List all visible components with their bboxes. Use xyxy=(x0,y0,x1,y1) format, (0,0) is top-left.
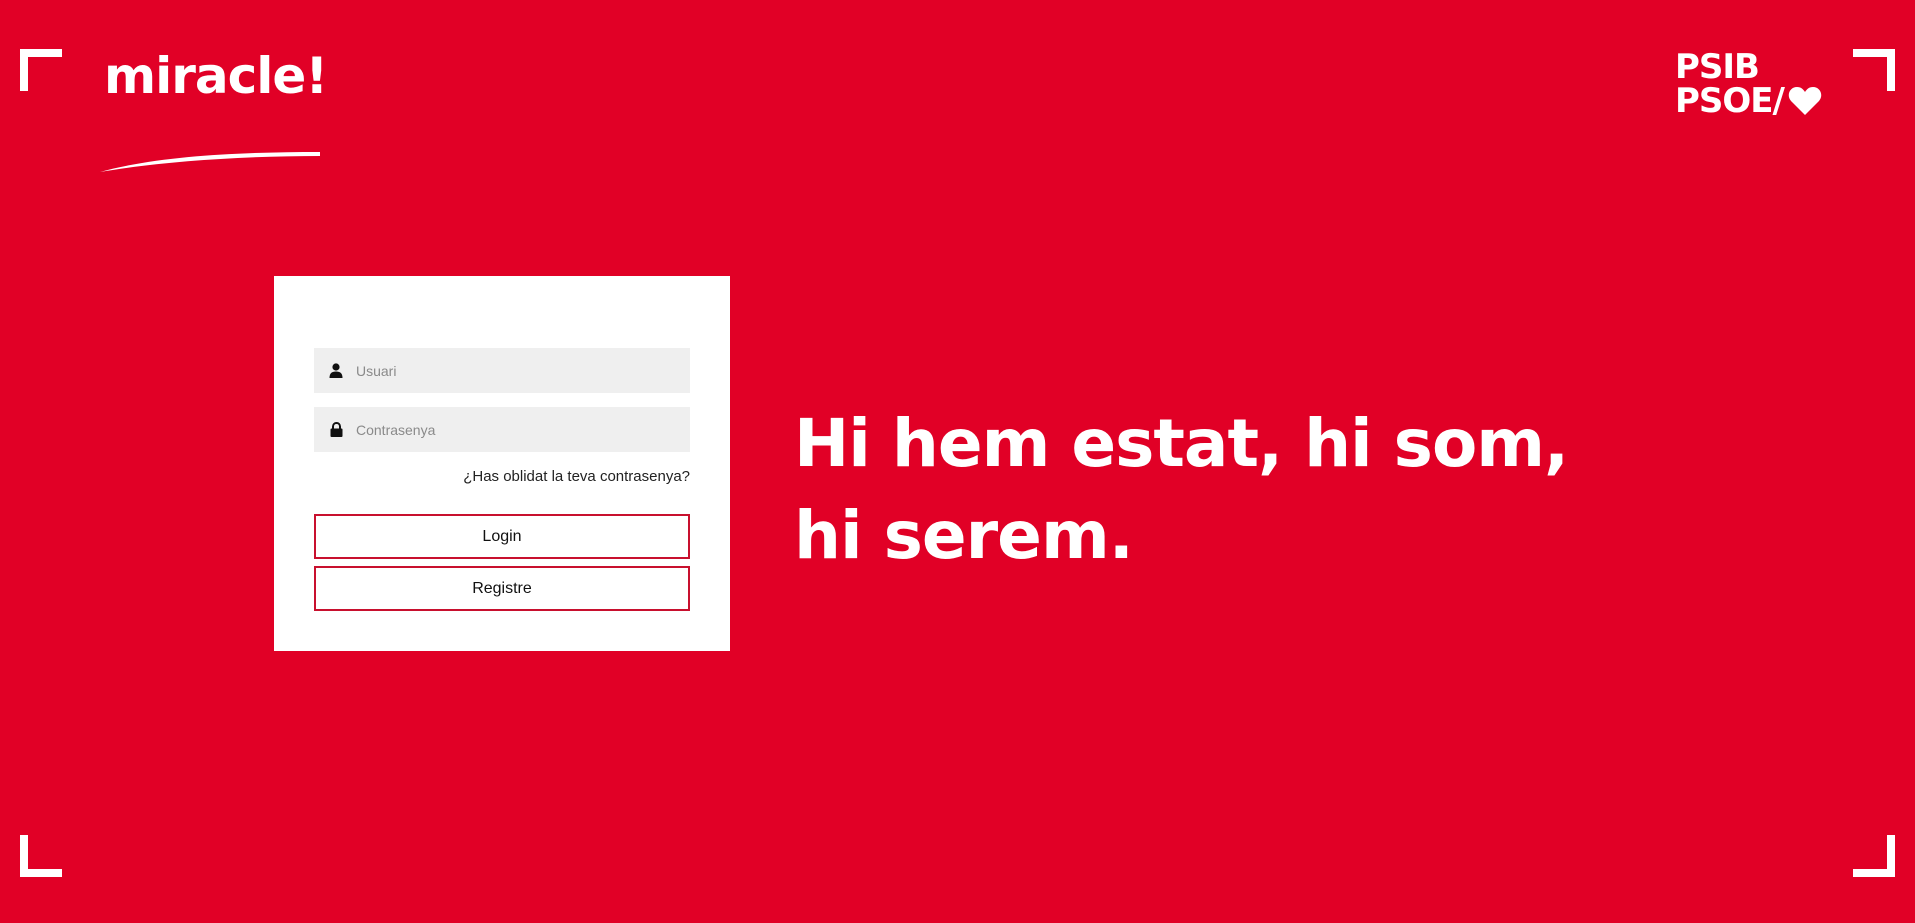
username-field[interactable] xyxy=(314,348,690,393)
password-field[interactable] xyxy=(314,407,690,452)
corner-bracket-bottom-left xyxy=(20,835,62,877)
miracle-logo: miracle! xyxy=(98,46,328,172)
psoe-logo-line2: PSOE/ xyxy=(1675,81,1785,121)
login-card: ¿Has oblidat la teva contrasenya? Login … xyxy=(274,276,730,651)
miracle-logo-text: miracle! xyxy=(104,47,328,105)
psib-psoe-logo: PSIB PSOE/ xyxy=(1675,50,1825,120)
psoe-logo-line1: PSIB xyxy=(1675,47,1760,87)
password-input[interactable] xyxy=(356,409,676,450)
corner-bracket-bottom-right xyxy=(1853,835,1895,877)
forgot-password-link[interactable]: ¿Has oblidat la teva contrasenya? xyxy=(463,468,690,485)
login-page: miracle! PSIB PSOE/ Usuari ¿Has oblidat … xyxy=(0,0,1915,923)
username-input[interactable] xyxy=(356,350,676,391)
heart-icon xyxy=(1788,87,1822,115)
login-button[interactable]: Login xyxy=(314,514,690,559)
psoe-logo-line2-wrap: PSOE/ xyxy=(1675,84,1825,118)
corner-bracket-top-right xyxy=(1853,49,1895,91)
lock-icon xyxy=(314,422,356,437)
corner-bracket-top-left xyxy=(20,49,62,91)
register-button[interactable]: Registre xyxy=(314,566,690,611)
headline: Hi hem estat, hi som, hi serem. xyxy=(794,405,1569,574)
user-icon xyxy=(314,363,356,378)
logo-swoosh-icon xyxy=(100,152,320,172)
